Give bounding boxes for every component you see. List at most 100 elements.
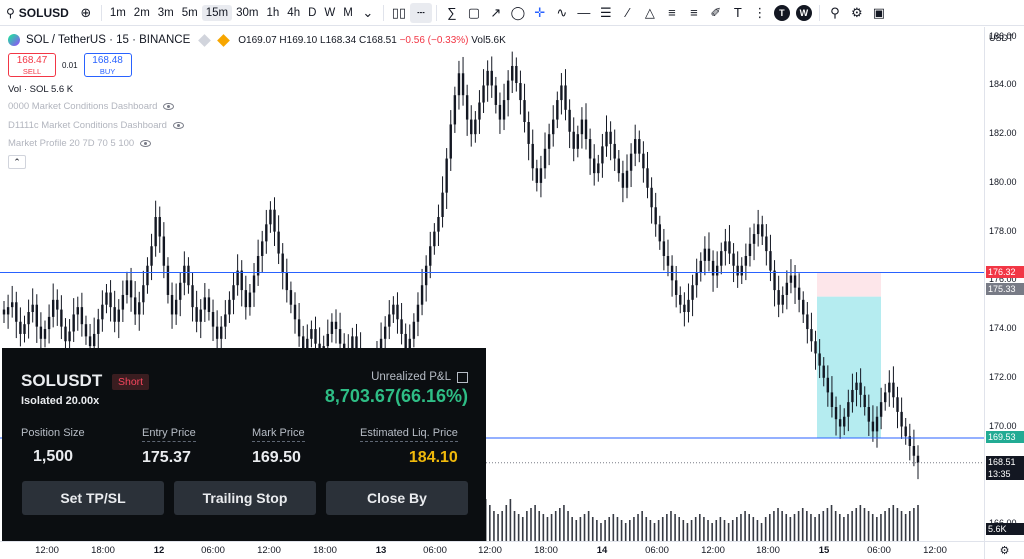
axis-settings-gear-icon[interactable]: ⚙ [984,541,1024,559]
timeframe-d[interactable]: D [304,5,320,21]
path-icon[interactable]: ∿ [551,3,573,23]
volume-bar [509,499,512,541]
candle-body [802,299,805,315]
fullscreen-icon[interactable]: ▣ [868,3,890,23]
more-icon[interactable]: ⋮ [749,3,771,23]
trailing-stop-button[interactable]: Trailing Stop [174,481,316,515]
volume-bar [908,511,911,541]
candle-body [125,280,129,295]
candle-body [420,285,424,305]
text-icon[interactable]: T [727,3,749,23]
timeframe-15m[interactable]: 15m [201,4,233,21]
triangle-icon[interactable]: △ [639,3,661,23]
timeframe-2m[interactable]: 2m [130,5,154,21]
volume-bar [517,514,520,541]
brush-icon[interactable]: ✐ [705,3,727,23]
candle-body [855,382,858,390]
candle-body [666,255,670,266]
indicators-icon[interactable]: ∑ [441,3,463,23]
price-axis[interactable]: USDT 186.00 184.00 182.00 180.00 178.00 176.0… [984,27,1024,541]
timeframe-w[interactable]: W [320,5,339,21]
buy-button[interactable]: 168.48 BUY [83,53,132,77]
candle-body [609,131,612,144]
horizontal-line-icon[interactable]: — [573,3,595,23]
candle-body [613,143,616,159]
candle-body [437,217,440,232]
eye-icon[interactable] [172,122,184,129]
candle-body [121,294,125,310]
zoom-icon[interactable]: ⚲ [824,3,846,23]
add-symbol-icon[interactable]: ⊕ [75,3,97,23]
indicator-market-conditions-d1111c[interactable]: D1111c Market Conditions Dashboard [8,120,184,131]
trendline-icon[interactable]: ↗ [485,3,507,23]
timeframe-4h[interactable]: 4h [283,5,304,21]
candle-body [310,329,313,339]
volume-bar [855,508,858,541]
eye-icon[interactable] [163,103,175,110]
candle-body [88,336,92,347]
collapse-legend-button[interactable]: ⌃ [8,155,26,169]
volume-bar [604,520,606,541]
eye-icon[interactable] [140,140,152,147]
candle-body [261,241,264,256]
timeframe-1m[interactable]: 1m [106,5,130,21]
timeframe-m[interactable]: M [339,5,357,21]
candles-icon[interactable]: ▯▯ [388,3,410,23]
candle-body [519,83,522,101]
timeframe-1h[interactable]: 1h [263,5,284,21]
rectangle-icon[interactable]: ▢ [463,3,485,23]
tradingview-icon[interactable]: T [773,4,790,21]
candle-body [302,336,305,349]
volume-bar [723,520,726,541]
candle-body [650,187,653,208]
volume-bar [493,511,495,541]
volume-bar [505,505,508,541]
time-axis[interactable]: 12:00 18:00 12 06:00 12:00 18:00 13 06:00 12:00 1… [0,541,984,559]
candle-body [211,312,215,327]
volume-bar [810,514,812,541]
symbol-search[interactable]: ⚲ SOLUSD [0,6,75,20]
candle-body [838,419,842,427]
ellipse-icon[interactable]: ◯ [507,3,529,23]
volume-bar [703,517,705,541]
fib-icon[interactable]: ☰ [595,3,617,23]
volume-bar [843,517,845,541]
chevron-down-icon[interactable]: ⌄ [357,3,379,23]
candle-body [875,416,879,432]
candle-body [806,314,809,330]
candle-body [207,297,211,313]
volume-bar [620,520,623,541]
indicator-volume[interactable]: Vol · SOL 5.6 K [8,84,73,95]
timeframe-5m[interactable]: 5m [178,5,202,21]
pitchfork-icon[interactable]: ≡ [683,3,705,23]
set-tpsl-button[interactable]: Set TP/SL [22,481,164,515]
crosshair-icon[interactable]: ✛ [529,3,551,23]
candle-body [601,146,604,164]
sell-button[interactable]: 168.47 SELL [8,53,56,77]
volume-bar [777,508,779,541]
w-icon[interactable]: W [795,4,812,21]
candle-body [699,260,702,274]
candle-body [679,294,682,305]
close-by-button[interactable]: Close By [326,481,468,515]
bars-icon[interactable]: ┄ [409,2,432,23]
candle-body [588,139,592,159]
timeframe-3m[interactable]: 3m [154,5,178,21]
candle-body [101,304,104,320]
volume-bar [690,520,693,541]
gear-icon[interactable]: ⚙ [846,3,868,23]
candle-body [888,382,891,393]
share-icon[interactable] [457,371,468,383]
candle-body [478,102,481,120]
candle-body [765,236,768,252]
volume-bar [764,517,767,541]
indicator-market-profile[interactable]: Market Profile 20 7D 70 5 100 [8,138,152,149]
candle-body [777,290,780,305]
indicator-market-conditions-0000[interactable]: 0000 Market Conditions Dashboard [8,101,175,112]
volume-bar [859,505,862,541]
parallel-icon[interactable]: ≡ [661,3,683,23]
ray-icon[interactable]: ∕ [617,3,639,23]
candle-body [68,331,71,342]
timeframe-30m[interactable]: 30m [232,5,262,21]
time-tick-label: 18:00 [313,545,337,556]
